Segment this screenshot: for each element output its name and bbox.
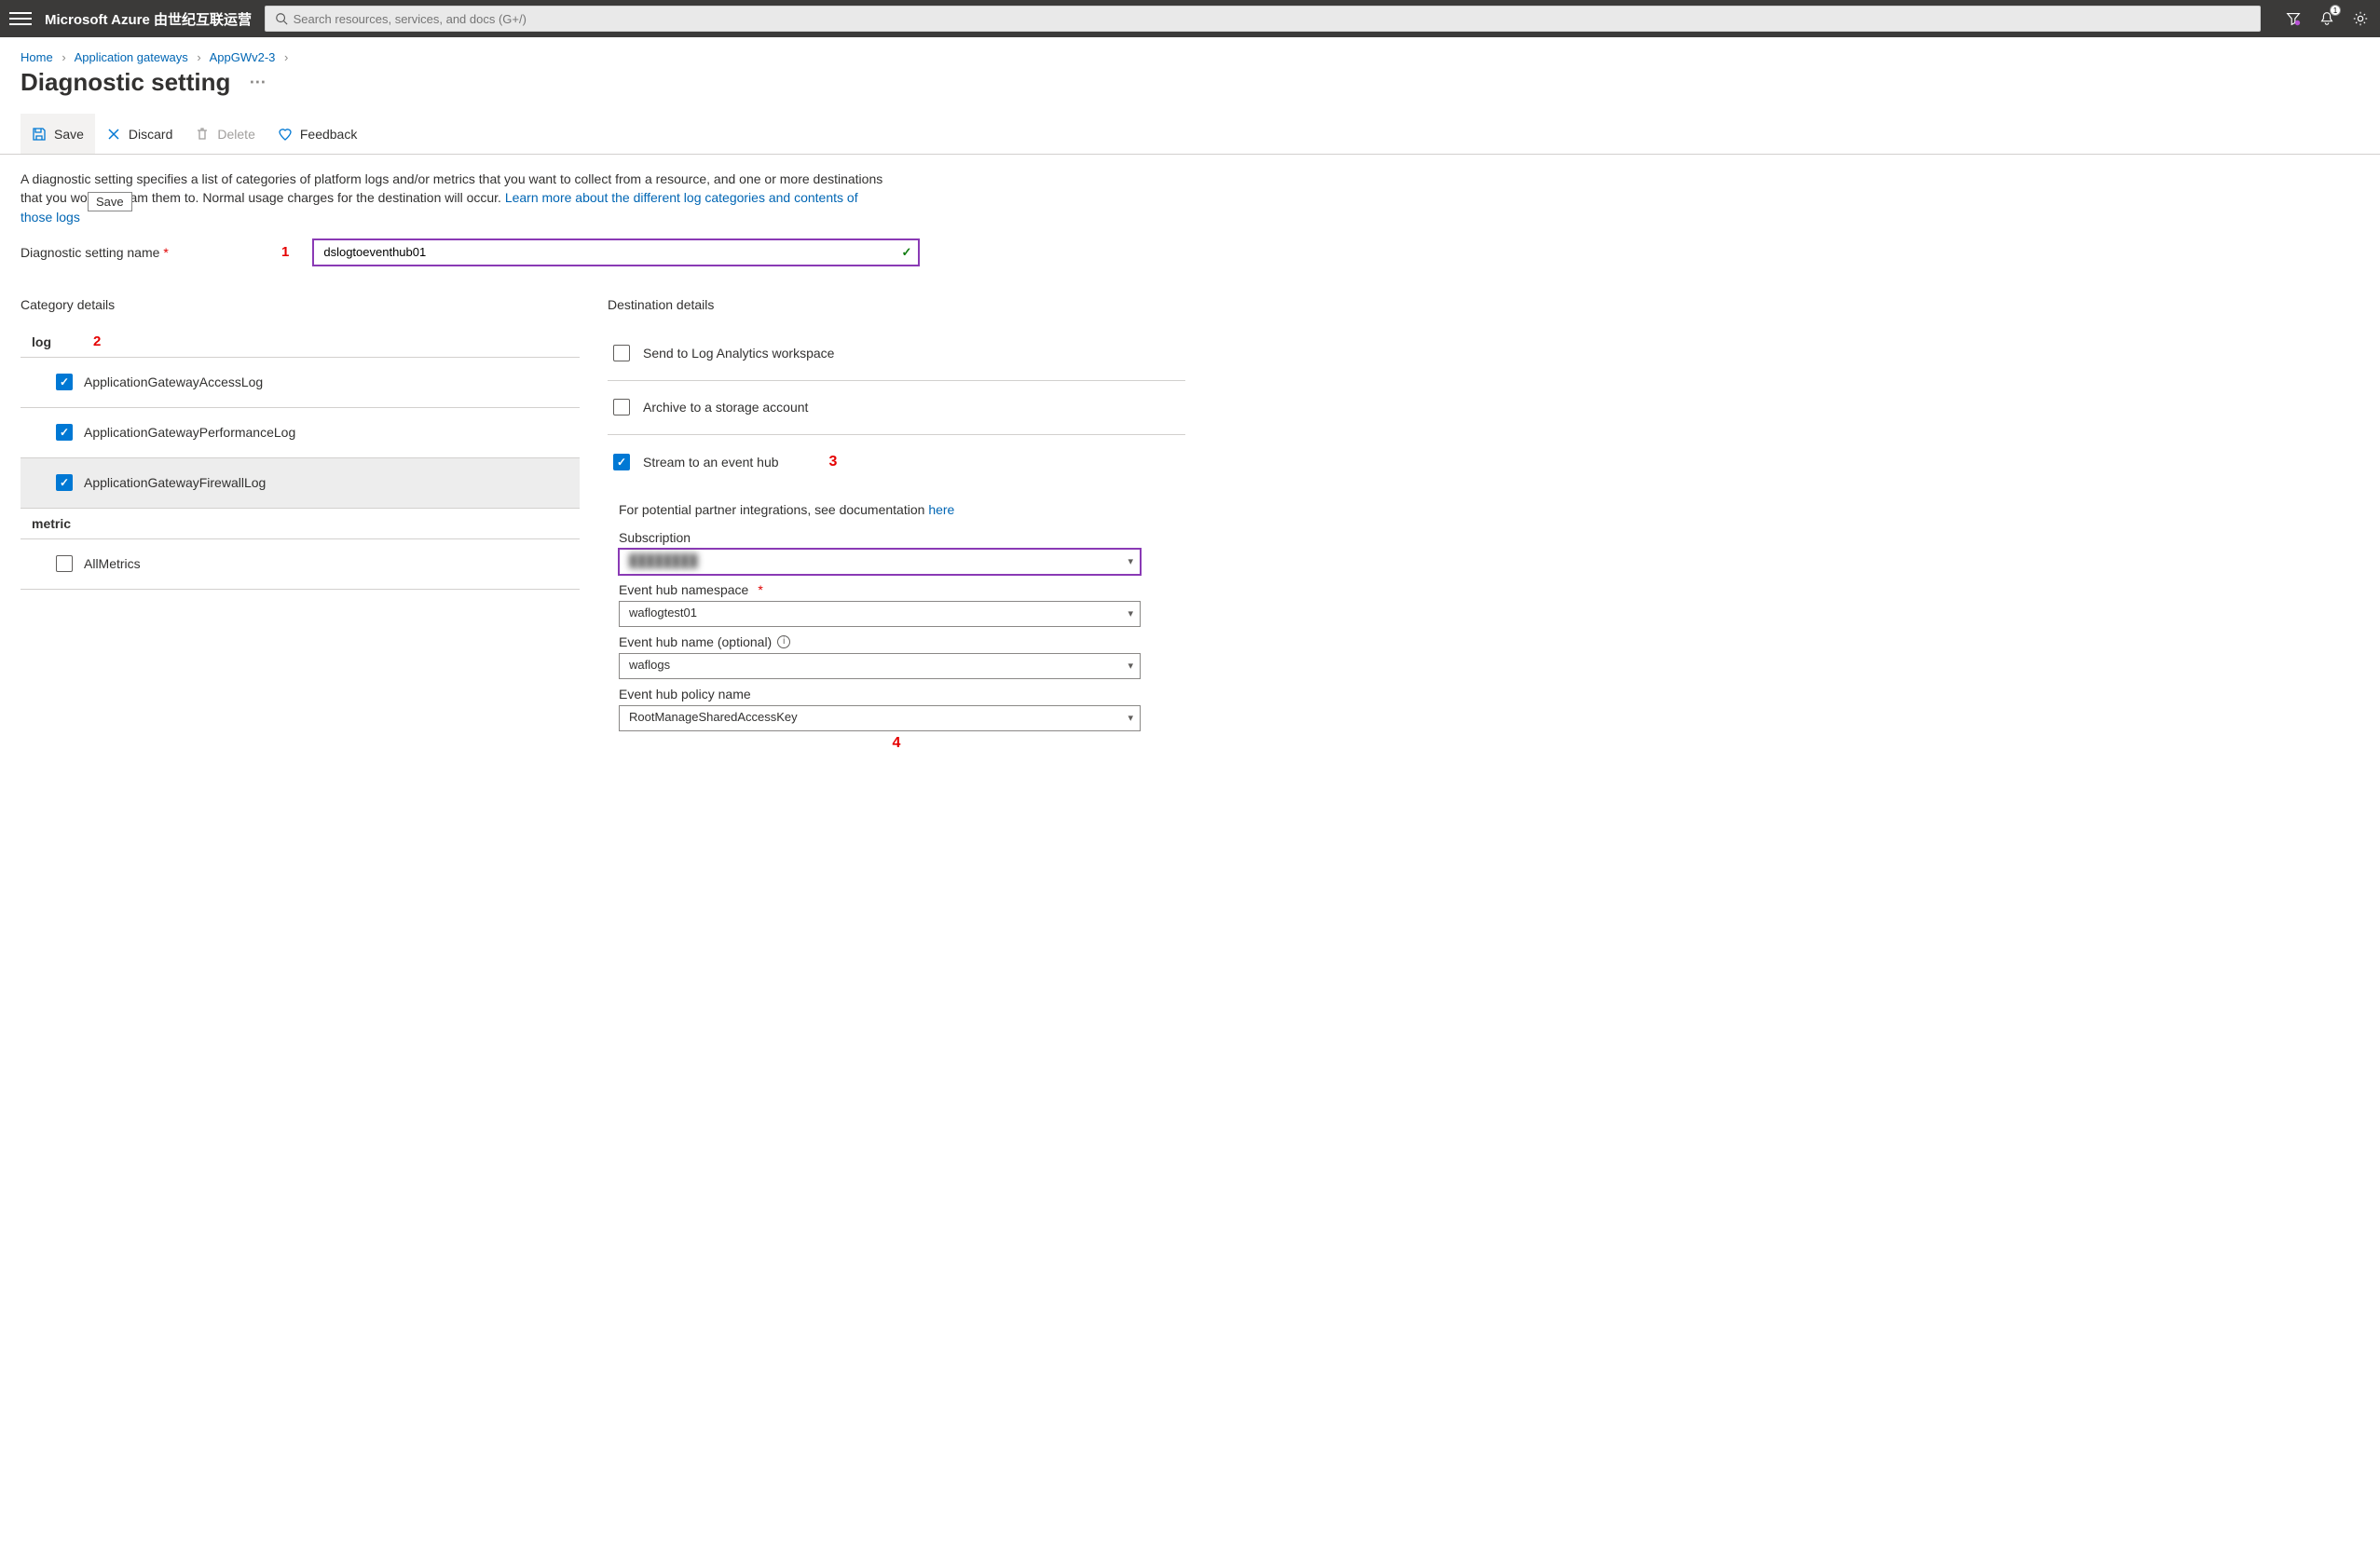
menu-hamburger-icon[interactable] (9, 7, 32, 30)
policy-label: Event hub policy name (619, 687, 1185, 702)
subscription-label: Subscription (619, 530, 1185, 545)
page-title-row: Diagnostic setting ⋯ (0, 64, 2380, 114)
log-header: log 2 (21, 327, 580, 358)
subscription-dropdown[interactable]: ████████ ▾ (619, 549, 1141, 575)
discard-button[interactable]: Discard (95, 114, 184, 154)
feedback-label: Feedback (300, 127, 357, 142)
breadcrumb: Home › Application gateways › AppGWv2-3 … (0, 37, 2380, 64)
log-category-row[interactable]: ApplicationGatewayFirewallLog (21, 458, 580, 509)
policy-dropdown[interactable]: RootManageSharedAccessKey ▾ (619, 705, 1141, 731)
chevron-right-icon: › (62, 50, 65, 64)
notifications-icon[interactable]: 1 (2317, 8, 2337, 29)
checkbox[interactable] (613, 454, 630, 470)
save-icon (32, 127, 47, 142)
checkbox[interactable] (56, 555, 73, 572)
feedback-button[interactable]: Feedback (267, 114, 368, 154)
hubname-label: Event hub name (optional) i (619, 634, 1185, 649)
checkbox[interactable] (613, 399, 630, 415)
category-details-title: Category details (21, 297, 580, 312)
top-bar: Microsoft Azure 由世纪互联运营 1 (0, 0, 2380, 37)
global-search-input[interactable] (292, 11, 2250, 27)
brand-title: Microsoft Azure 由世纪互联运营 (45, 9, 252, 29)
category-details-col: Category details log 2 ApplicationGatewa… (21, 279, 580, 752)
discard-label: Discard (129, 127, 172, 142)
log-category-label: ApplicationGatewayPerformanceLog (84, 425, 295, 440)
destination-row[interactable]: Send to Log Analytics workspace (608, 327, 1185, 381)
annotation-marker-4: 4 (893, 735, 901, 751)
more-actions-icon[interactable]: ⋯ (249, 73, 267, 92)
destination-label: Send to Log Analytics workspace (643, 346, 834, 361)
info-icon[interactable]: i (777, 635, 790, 648)
delete-label: Delete (217, 127, 254, 142)
chevron-right-icon: › (284, 50, 288, 64)
checkbox[interactable] (56, 474, 73, 491)
partner-hint-link[interactable]: here (928, 502, 954, 517)
crumb-appgw[interactable]: AppGWv2-3 (210, 50, 276, 64)
filter-icon[interactable] (2283, 8, 2304, 29)
metric-category-row[interactable]: AllMetrics (21, 539, 580, 590)
setting-name-label: Diagnostic setting name* (21, 245, 263, 260)
save-tooltip: Save (88, 192, 132, 211)
metric-header: metric (21, 509, 580, 539)
destination-details-title: Destination details (608, 297, 1185, 312)
hubname-value: waflogs (619, 653, 1141, 679)
close-icon (106, 127, 121, 142)
checkbox[interactable] (56, 374, 73, 390)
crumb-app-gateways[interactable]: Application gateways (75, 50, 188, 64)
setting-name-input[interactable] (313, 239, 919, 266)
subscription-value: ████████ (619, 549, 1141, 575)
notification-badge: 1 (2330, 5, 2341, 16)
log-category-row[interactable]: ApplicationGatewayPerformanceLog (21, 408, 580, 458)
checkbox[interactable] (56, 424, 73, 441)
description-text: A diagnostic setting specifies a list of… (0, 155, 913, 226)
chevron-right-icon: › (197, 50, 200, 64)
check-icon: ✓ (901, 245, 911, 260)
namespace-label: Event hub namespace* (619, 582, 1185, 597)
namespace-dropdown[interactable]: waflogtest01 ▾ (619, 601, 1141, 627)
command-bar: Save Discard Delete Feedback (0, 114, 2380, 155)
destination-label: Archive to a storage account (643, 400, 808, 415)
partner-hint: For potential partner integrations, see … (608, 489, 1185, 523)
destination-details-col: Destination details Send to Log Analytic… (608, 279, 1185, 752)
save-label: Save (54, 127, 84, 142)
delete-button: Delete (184, 114, 266, 154)
global-search[interactable] (265, 6, 2261, 32)
annotation-marker-1: 1 (281, 244, 289, 260)
namespace-value: waflogtest01 (619, 601, 1141, 627)
settings-gear-icon[interactable] (2350, 8, 2371, 29)
log-category-label: ApplicationGatewayAccessLog (84, 375, 263, 389)
heart-icon (278, 127, 293, 142)
annotation-marker-3: 3 (829, 454, 838, 470)
trash-icon (195, 127, 210, 142)
setting-name-row: Diagnostic setting name* 1 ✓ (0, 226, 2380, 279)
save-button[interactable]: Save (21, 114, 95, 154)
destination-row[interactable]: Archive to a storage account (608, 381, 1185, 435)
destination-row[interactable]: Stream to an event hub 3 (608, 435, 1185, 489)
annotation-marker-2: 2 (93, 334, 101, 349)
hubname-dropdown[interactable]: waflogs ▾ (619, 653, 1141, 679)
crumb-home[interactable]: Home (21, 50, 53, 64)
topbar-right-icons: 1 (2283, 8, 2371, 29)
destination-label: Stream to an event hub (643, 455, 779, 470)
policy-value: RootManageSharedAccessKey (619, 705, 1141, 731)
search-icon (275, 12, 288, 25)
metric-category-label: AllMetrics (84, 556, 141, 571)
checkbox[interactable] (613, 345, 630, 361)
page-title: Diagnostic setting (21, 68, 230, 97)
log-category-row[interactable]: ApplicationGatewayAccessLog (21, 358, 580, 408)
log-category-label: ApplicationGatewayFirewallLog (84, 475, 266, 490)
